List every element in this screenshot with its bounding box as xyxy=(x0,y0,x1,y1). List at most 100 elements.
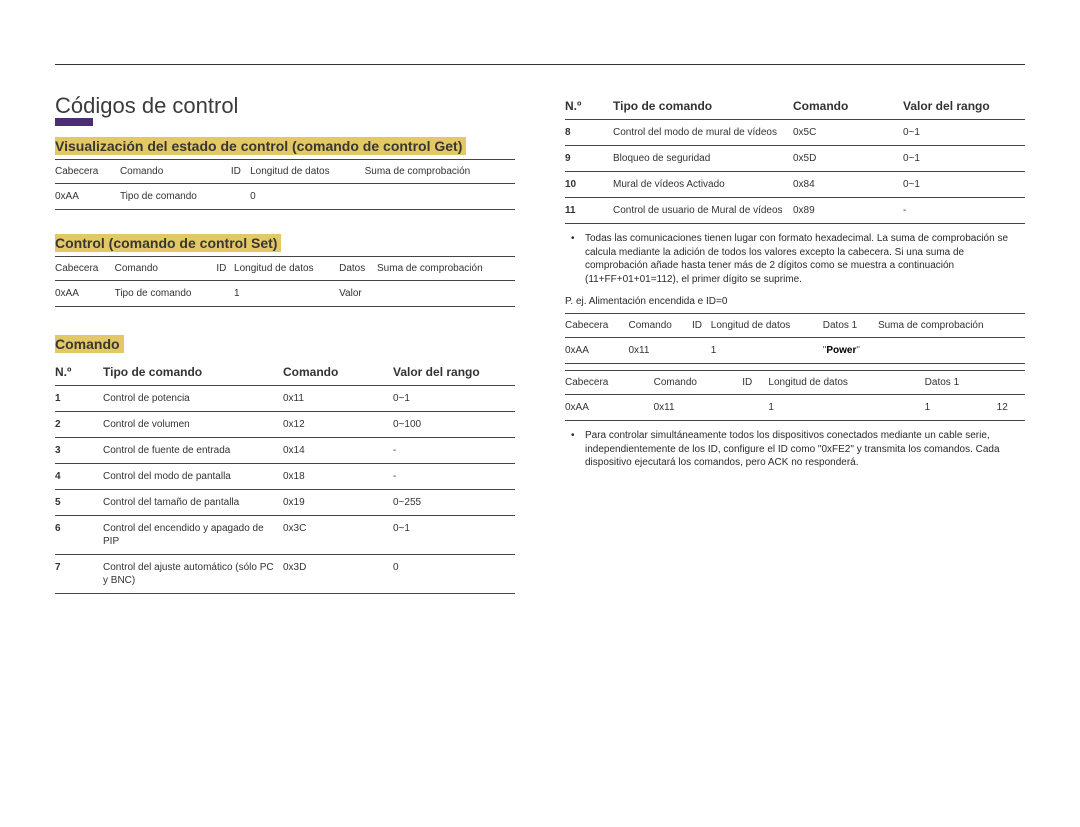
table-row: 2Control de volumen0x120~100 xyxy=(55,412,515,438)
cell: 8 xyxy=(565,120,613,146)
cell: 0~255 xyxy=(393,490,515,516)
left-column: Códigos de control Visualización del est… xyxy=(55,93,515,600)
cell: 0x3C xyxy=(283,516,393,555)
cell: 0x89 xyxy=(793,198,903,224)
table-row: 5Control del tamaño de pantalla0x190~255 xyxy=(55,490,515,516)
page-title: Códigos de control xyxy=(55,93,515,119)
cell: Control del modo de pantalla xyxy=(103,464,283,490)
cell: 0x18 xyxy=(283,464,393,490)
table-row: 3Control de fuente de entrada0x14- xyxy=(55,438,515,464)
section-heading-get: Visualización del estado de control (com… xyxy=(55,137,466,155)
cell: 0x5C xyxy=(793,120,903,146)
table-row: 0xAA 0x11 1 1 12 xyxy=(565,395,1025,421)
table-row: 1Control de potencia0x110~1 xyxy=(55,386,515,412)
table-row: 10Mural de vídeos Activado0x840~1 xyxy=(565,172,1025,198)
header-accent-bar xyxy=(55,118,93,126)
cell: 1 xyxy=(234,281,339,307)
cell xyxy=(742,395,768,421)
cell: 6 xyxy=(55,516,103,555)
example-table-1: Cabecera Comando ID Longitud de datos Da… xyxy=(565,313,1025,364)
cell: Longitud de datos xyxy=(768,371,924,395)
cell: 0x19 xyxy=(283,490,393,516)
cell: 0 xyxy=(393,555,515,594)
cell: 0x12 xyxy=(283,412,393,438)
cmd-h2: Comando xyxy=(283,359,393,386)
cell: 0 xyxy=(250,184,365,210)
table-row: 4Control del modo de pantalla0x18- xyxy=(55,464,515,490)
cell: Control de volumen xyxy=(103,412,283,438)
cell: Control del encendido y apagado de PIP xyxy=(103,516,283,555)
cmd-h0: N.º xyxy=(55,359,103,386)
set-h3: Longitud de datos xyxy=(234,257,339,281)
set-h1: Comando xyxy=(115,257,217,281)
cmd-h1r: Tipo de comando xyxy=(613,93,793,120)
cell: Valor xyxy=(339,281,377,307)
table-row: 0xAA Tipo de comando 0 xyxy=(55,184,515,210)
cell: Control de potencia xyxy=(103,386,283,412)
cell: 0x11 xyxy=(654,395,743,421)
cell: 7 xyxy=(55,555,103,594)
cell: 0~1 xyxy=(903,172,1025,198)
cell: Control del ajuste automático (sólo PC y… xyxy=(103,555,283,594)
cell: 2 xyxy=(55,412,103,438)
get-h0: Cabecera xyxy=(55,160,120,184)
cell: Datos 1 xyxy=(925,371,997,395)
cell: 0xAA xyxy=(55,184,120,210)
cell: ID xyxy=(742,371,768,395)
cell: Mural de vídeos Activado xyxy=(613,172,793,198)
cell: 0x84 xyxy=(793,172,903,198)
cell: 0~1 xyxy=(903,146,1025,172)
cell: 0xAA xyxy=(55,281,115,307)
cell: 0~1 xyxy=(393,386,515,412)
cell xyxy=(878,338,1025,364)
cell-power: "Power" xyxy=(823,338,878,364)
cell: Datos 1 xyxy=(823,314,878,338)
cmd-h0r: N.º xyxy=(565,93,613,120)
cell: 12 xyxy=(997,395,1025,421)
cell: 0x11 xyxy=(283,386,393,412)
cell: 3 xyxy=(55,438,103,464)
set-table: Cabecera Comando ID Longitud de datos Da… xyxy=(55,256,515,307)
cell: Longitud de datos xyxy=(711,314,823,338)
table-row: 6Control del encendido y apagado de PIP0… xyxy=(55,516,515,555)
cell: 0x3D xyxy=(283,555,393,594)
cell: 1 xyxy=(55,386,103,412)
header-rule xyxy=(55,64,1025,65)
cell: - xyxy=(393,438,515,464)
note-2: Para controlar simultáneamente todos los… xyxy=(585,429,1025,470)
comando-table-left: N.º Tipo de comando Comando Valor del ra… xyxy=(55,359,515,594)
cell: Suma de comprobación xyxy=(878,314,1025,338)
cell: 9 xyxy=(565,146,613,172)
get-h1: Comando xyxy=(120,160,231,184)
cmd-h3r: Valor del rango xyxy=(903,93,1025,120)
cell: Bloqueo de seguridad xyxy=(613,146,793,172)
cmd-h1: Tipo de comando xyxy=(103,359,283,386)
cell: 0xAA xyxy=(565,338,629,364)
set-h4: Datos xyxy=(339,257,377,281)
table-row: 7Control del ajuste automático (sólo PC … xyxy=(55,555,515,594)
cell: Control del modo de mural de vídeos xyxy=(613,120,793,146)
cell: 4 xyxy=(55,464,103,490)
set-h5: Suma de comprobación xyxy=(377,257,515,281)
cell: 5 xyxy=(55,490,103,516)
cell xyxy=(231,184,250,210)
cell xyxy=(216,281,234,307)
cell xyxy=(997,371,1025,395)
section-heading-set: Control (comando de control Set) xyxy=(55,234,281,252)
cell: Tipo de comando xyxy=(115,281,217,307)
cell: Control de fuente de entrada xyxy=(103,438,283,464)
set-h0: Cabecera xyxy=(55,257,115,281)
page-columns: Códigos de control Visualización del est… xyxy=(55,93,1025,600)
cell: 11 xyxy=(565,198,613,224)
note-1: Todas las comunicaciones tienen lugar co… xyxy=(585,232,1025,286)
set-h2: ID xyxy=(216,257,234,281)
example-label: P. ej. Alimentación encendida e ID=0 xyxy=(565,296,1025,307)
table-row: 11Control de usuario de Mural de vídeos0… xyxy=(565,198,1025,224)
cell: 1 xyxy=(925,395,997,421)
cell: 0~1 xyxy=(903,120,1025,146)
cell: 0x14 xyxy=(283,438,393,464)
cell: Comando xyxy=(629,314,693,338)
right-column: N.º Tipo de comando Comando Valor del ra… xyxy=(565,93,1025,600)
cell: 0x11 xyxy=(629,338,693,364)
cell: Tipo de comando xyxy=(120,184,231,210)
